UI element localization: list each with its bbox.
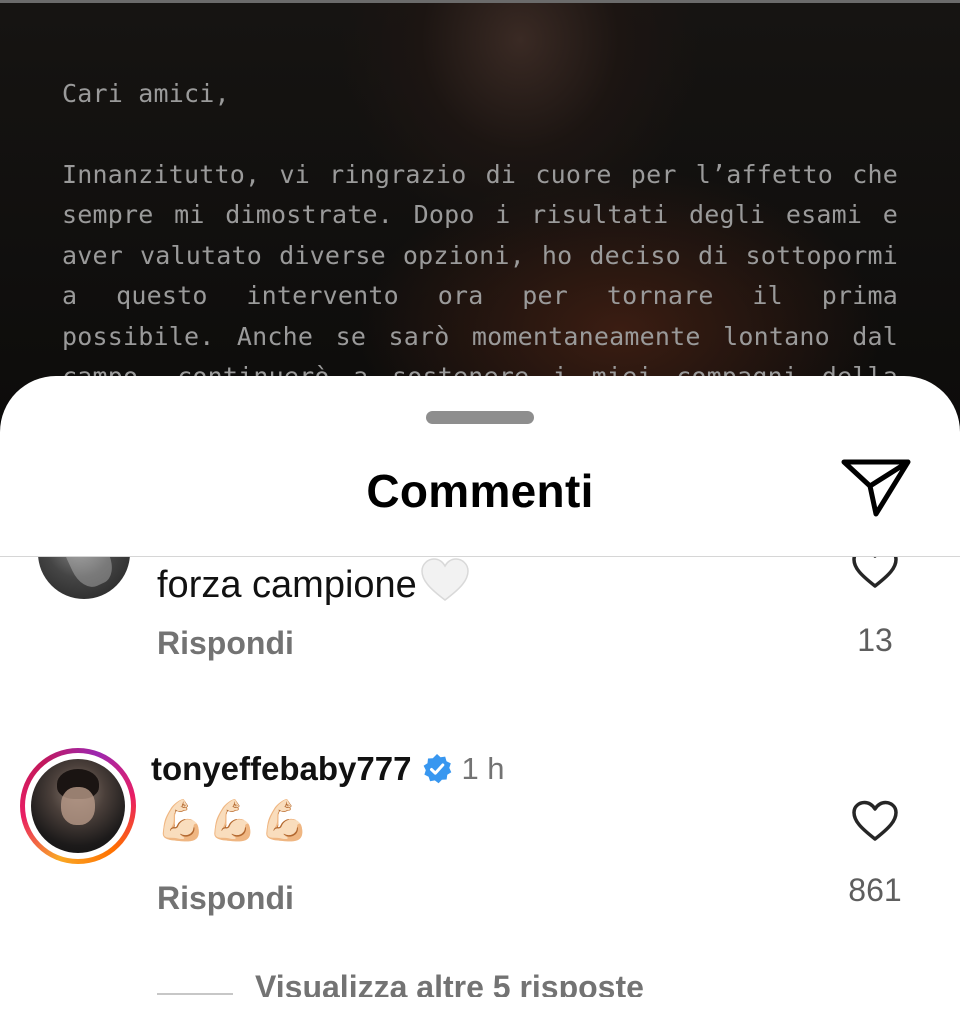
- comments-list[interactable]: forza campione 13 Rispondi tonyeffebaby7…: [0, 557, 960, 997]
- white-heart-emoji: [421, 558, 469, 601]
- sheet-title: Commenti: [366, 465, 594, 517]
- post-top-border: [0, 0, 960, 3]
- heart-outline-icon[interactable]: [851, 800, 899, 842]
- comment-header: tonyeffebaby777 1 h: [151, 750, 505, 788]
- post-letter-text: Cari amici, Innanzitutto, vi ringrazio d…: [62, 74, 898, 420]
- username[interactable]: tonyeffebaby777: [151, 750, 411, 788]
- reply-button[interactable]: Rispondi: [157, 880, 294, 917]
- heart-outline-icon[interactable]: [851, 557, 899, 589]
- comment-text: forza campione: [157, 557, 471, 607]
- post-greeting: Cari amici,: [62, 79, 230, 108]
- avatar[interactable]: [31, 759, 125, 853]
- like-count: 861: [848, 872, 902, 908]
- view-more-replies-label[interactable]: Visualizza altre 5 risposte: [255, 969, 644, 997]
- comment-text-content: forza campione: [157, 564, 417, 606]
- comment-timestamp: 1 h: [461, 751, 505, 786]
- share-button[interactable]: [838, 456, 914, 522]
- story-ring[interactable]: [20, 748, 136, 864]
- post-image-background: Cari amici, Innanzitutto, vi ringrazio d…: [0, 0, 960, 420]
- sheet-drag-handle[interactable]: [426, 411, 534, 424]
- like-count: 13: [857, 622, 893, 658]
- reply-button[interactable]: Rispondi: [157, 625, 294, 662]
- comment-text: 💪🏻💪🏻💪🏻: [156, 799, 312, 843]
- verified-badge-icon: [424, 754, 452, 784]
- avatar[interactable]: [38, 557, 130, 599]
- send-icon: [841, 459, 911, 517]
- comments-sheet: Commenti forza campione 13 Rispondi tony…: [0, 376, 960, 1016]
